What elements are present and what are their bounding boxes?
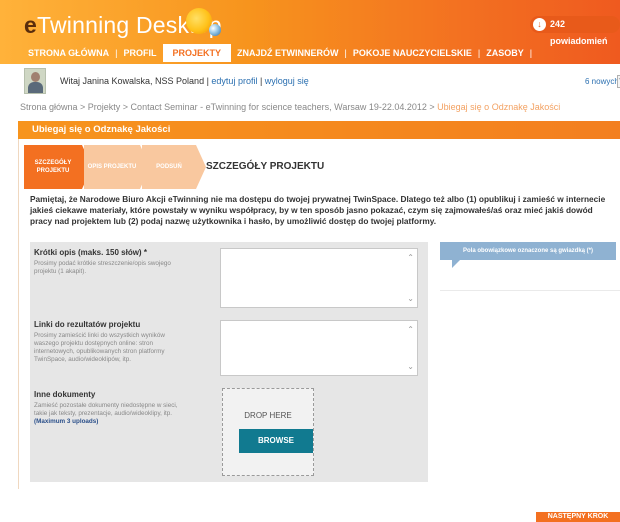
step-label: SZCZEGÓŁY PROJEKTU — [34, 160, 72, 174]
next-step-button[interactable]: NASTĘPNY KROK — [536, 512, 620, 522]
short-desc-label: Krótki opis (maks. 150 słów) * — [34, 248, 147, 257]
short-desc-input[interactable]: ⌃ ⌄ — [220, 248, 418, 308]
nav-separator: | — [529, 48, 533, 58]
panel-title: Ubiegaj się o Odznakę Jakości — [18, 121, 620, 139]
notifications-badge[interactable]: ↓ 242 powiadomień — [530, 16, 620, 46]
required-fields-tooltip: Pola obowiązkowe oznaczone są gwiazdką (… — [440, 242, 616, 268]
step-label: PODSUŃ — [156, 164, 182, 170]
scroll-down-icon[interactable]: ⌄ — [407, 362, 414, 371]
breadcrumb: Strona główna > Projekty > Contact Semin… — [20, 102, 560, 112]
file-dropzone[interactable]: DROP HERE BROWSE — [222, 388, 314, 476]
links-label: Linki do rezultatów projektu — [34, 320, 141, 329]
links-field: Linki do rezultatów projektu Prosimy zam… — [34, 320, 184, 364]
scroll-down-icon[interactable]: ⌄ — [407, 294, 414, 303]
short-desc-help: Prosimy podać krótkie streszczenie/opis … — [34, 260, 171, 275]
breadcrumb-path[interactable]: Strona główna > Projekty > Contact Semin… — [20, 102, 435, 112]
nav-projects[interactable]: PROJEKTY — [162, 44, 232, 62]
divider — [440, 290, 620, 291]
nav-home[interactable]: STRONA GŁÓWNA — [22, 44, 115, 62]
logo-e: e — [24, 12, 37, 38]
welcome-text: Witaj Janina Kowalska, NSS Poland | edyt… — [60, 76, 309, 86]
breadcrumb-current: Ubiegaj się o Odznakę Jakości — [437, 102, 561, 112]
notifications-count: 242 powiadomień — [550, 19, 608, 46]
step-project-description[interactable]: OPIS PROJEKTU — [84, 145, 150, 189]
scroll-up-icon[interactable]: ⌃ — [407, 253, 414, 262]
form-area: Krótki opis (maks. 150 słów) * Prosimy p… — [30, 242, 428, 482]
drop-here-label: DROP HERE — [244, 411, 292, 420]
new-messages-link[interactable]: 6 nowych — [585, 77, 619, 86]
nav-find-etwinners[interactable]: ZNAJDŹ ETWINNERÓW — [231, 44, 345, 62]
main-nav: STRONA GŁÓWNA | PROFIL PROJEKTY ZNAJDŹ E… — [22, 44, 532, 62]
logo-twinning: Twinning — [37, 12, 130, 38]
logo-globe-icon — [209, 24, 221, 36]
avatar[interactable] — [24, 68, 46, 94]
step-label: OPIS PROJEKTU — [87, 164, 137, 170]
header-bar: eTwinning Desktop ↓ 242 powiadomień STRO… — [0, 0, 620, 64]
nav-profile[interactable]: PROFIL — [118, 44, 163, 62]
links-help: Prosimy zamieścić linki do wszystkich wy… — [34, 332, 165, 363]
links-input[interactable]: ⌃ ⌄ — [220, 320, 418, 376]
other-docs-field: Inne dokumenty Zamieść pozostałe dokumen… — [34, 390, 184, 426]
step-project-details[interactable]: SZCZEGÓŁY PROJEKTU — [24, 145, 92, 189]
edit-profile-link[interactable]: edytuj profil — [211, 76, 257, 86]
user-bar: Witaj Janina Kowalska, NSS Poland | edyt… — [18, 68, 620, 96]
wizard-steps: SZCZEGÓŁY PROJEKTU OPIS PROJEKTU PODSUŃ … — [24, 145, 620, 189]
step-heading: SZCZEGÓŁY PROJEKTU — [206, 161, 325, 172]
step-submit[interactable]: PODSUŃ — [142, 145, 206, 189]
scroll-up-icon[interactable]: ⌃ — [407, 325, 414, 334]
intro-text: Pamiętaj, że Narodowe Biuro Akcji eTwinn… — [30, 194, 606, 226]
other-docs-limit: (Maximum 3 uploads) — [34, 418, 99, 425]
other-docs-help-text: Zamieść pozostałe dokumenty niedostępne … — [34, 402, 178, 417]
arrow-down-icon: ↓ — [533, 18, 546, 31]
other-docs-label: Inne dokumenty — [34, 390, 96, 399]
short-desc-field: Krótki opis (maks. 150 słów) * Prosimy p… — [34, 248, 184, 276]
welcome-name: Witaj Janina Kowalska, NSS Poland — [60, 76, 205, 86]
browse-button[interactable]: BROWSE — [239, 429, 313, 453]
nav-resources[interactable]: ZASOBY — [480, 44, 530, 62]
nav-teachers-rooms[interactable]: POKOJE NAUCZYCIELSKIE — [347, 44, 478, 62]
logout-link[interactable]: wyloguj się — [265, 76, 309, 86]
other-docs-help: Zamieść pozostałe dokumenty niedostępne … — [34, 402, 184, 426]
